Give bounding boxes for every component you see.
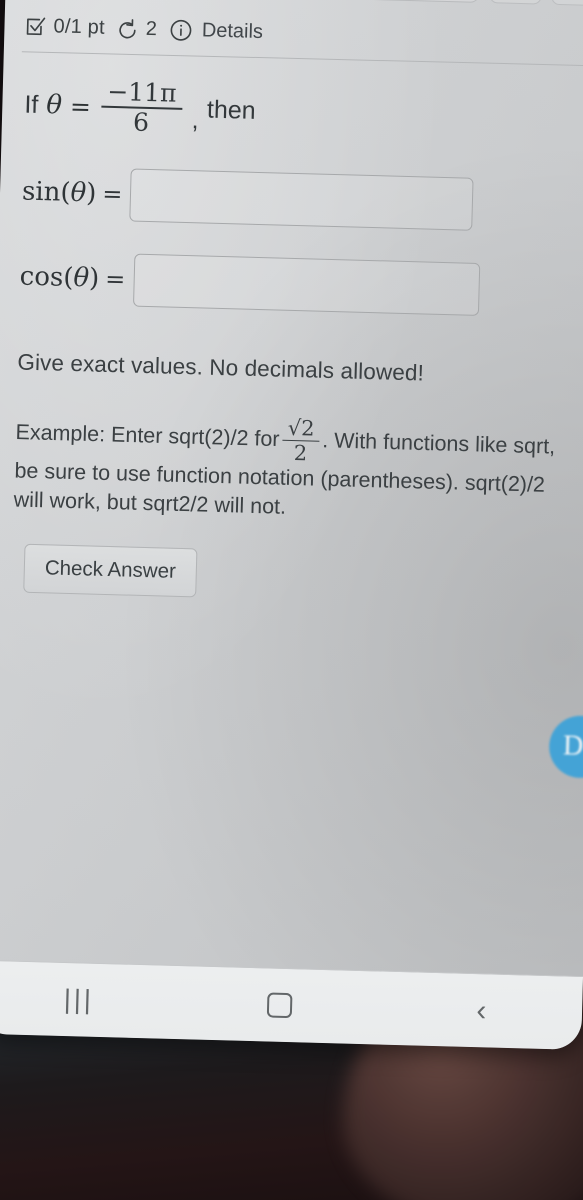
android-navigation-bar: ||| ‹ (0, 959, 583, 1050)
question-body: If θ = −11π 6 , then sin(θ) = cos(θ) = G… (11, 77, 583, 608)
recents-label: ||| (63, 983, 95, 1015)
question-prompt: If θ = −11π 6 , then (24, 77, 583, 149)
cos-label: cos(θ) (19, 261, 100, 294)
sin-equals: = (102, 179, 123, 209)
cos-equals: = (104, 264, 126, 294)
cos-input[interactable] (132, 253, 480, 316)
photo-of-tablet-screen: 0/1 pt 2 Details If θ = −11π 6 , then si… (0, 0, 583, 1200)
sin-answer-row: sin(θ) = (21, 165, 583, 233)
rotate-left-icon (116, 18, 139, 41)
recents-icon[interactable]: ||| (43, 976, 114, 1024)
home-shape (267, 992, 293, 1019)
sin-input[interactable] (129, 168, 475, 231)
example-text: Example: Enter sqrt(2)/2 for √2 2. With fu… (13, 409, 561, 528)
details-link[interactable]: Details (202, 19, 264, 44)
home-square-icon[interactable] (245, 981, 316, 1029)
tablet-screen: 0/1 pt 2 Details If θ = −11π 6 , then si… (0, 0, 583, 1050)
floating-help-badge[interactable]: D (548, 715, 583, 779)
then-word: then (206, 95, 257, 125)
equals-sign: = (69, 91, 92, 122)
example-part-1: Example: Enter sqrt(2)/2 for (15, 419, 280, 451)
sin-label: sin(θ) (21, 176, 97, 209)
comma: , (191, 105, 200, 134)
chrome-button-2[interactable] (551, 0, 583, 7)
back-label: ‹ (475, 993, 487, 1027)
instruction-text: Give exact values. No decimals allowed! (17, 349, 425, 385)
attempts-count: 2 (145, 17, 158, 41)
chrome-button-1[interactable] (489, 0, 543, 5)
example-fraction: √2 2 (282, 415, 320, 466)
theta-fraction: −11π 6 (100, 76, 183, 138)
fraction-numerator: −11π (106, 76, 177, 108)
back-chevron-icon[interactable]: ‹ (446, 987, 517, 1035)
example-fraction-numerator: √2 (287, 415, 315, 441)
cos-answer-row: cos(θ) = (19, 250, 583, 318)
checkbox-checked-icon (24, 15, 47, 38)
browser-chrome (17, 0, 583, 7)
if-word: If (24, 90, 39, 119)
address-bar[interactable] (17, 0, 481, 3)
points-label: 0/1 pt (53, 15, 106, 39)
question-status-row: 0/1 pt 2 Details (24, 15, 263, 44)
fraction-denominator: 6 (132, 107, 150, 138)
header-divider (21, 51, 583, 67)
badge-glyph: D (562, 730, 583, 762)
theta-symbol: θ (45, 90, 63, 121)
check-answer-button[interactable]: Check Answer (23, 544, 198, 598)
example-fraction-denominator: 2 (293, 441, 308, 466)
info-circle-icon[interactable] (170, 19, 194, 43)
